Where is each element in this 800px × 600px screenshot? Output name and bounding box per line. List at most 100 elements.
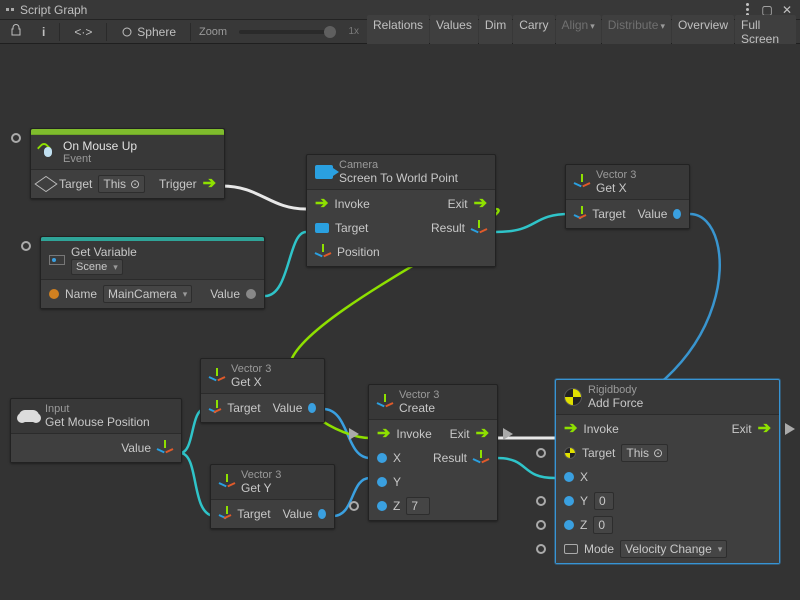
window-icon — [6, 8, 14, 11]
x-port-icon[interactable] — [377, 453, 387, 463]
target-port-icon[interactable] — [219, 506, 231, 522]
node-title: Get Mouse Position — [45, 415, 150, 429]
y-field[interactable]: 0 — [594, 492, 614, 510]
zoom-slider[interactable] — [239, 30, 336, 34]
node-title: Add Force — [588, 396, 643, 410]
value-port-icon[interactable] — [246, 289, 256, 299]
info-button[interactable]: i — [36, 22, 51, 42]
node-title: Screen To World Point — [339, 171, 458, 185]
target-port-icon[interactable] — [315, 223, 329, 233]
scope-selector[interactable]: Scene▾ — [71, 259, 123, 275]
node-pretitle: Vector 3 — [241, 469, 281, 481]
toolbar: i <·> Sphere Zoom 1x Relations Values Di… — [0, 20, 800, 44]
target-field[interactable]: This⊙ — [621, 444, 668, 462]
event-icon — [39, 143, 57, 161]
node-title: Create — [399, 401, 439, 415]
node-pretitle: Vector 3 — [596, 169, 636, 181]
value-port-icon[interactable] — [673, 209, 681, 219]
value-label: Value — [638, 207, 668, 221]
node-title: Get Variable — [71, 245, 137, 259]
result-label: Result — [431, 221, 465, 235]
object-selector[interactable]: Sphere — [115, 22, 182, 42]
flow-out-icon[interactable]: ➔ — [476, 427, 489, 441]
node-pretitle: Vector 3 — [399, 389, 439, 401]
target-label: Target — [237, 507, 270, 521]
z-port-icon[interactable] — [564, 520, 574, 530]
graph-canvas[interactable]: On Mouse Up Event Target This⊙ Trigger ➔… — [0, 44, 800, 600]
position-port-icon[interactable] — [315, 244, 331, 260]
name-port-icon[interactable] — [49, 289, 59, 299]
exit-label: Exit — [448, 197, 468, 211]
node-pretitle: Input — [45, 403, 150, 415]
flow-in-icon[interactable]: ➔ — [564, 422, 577, 436]
mode-field[interactable]: Velocity Change▾ — [620, 540, 727, 558]
target-label: Target — [59, 177, 92, 191]
node-screen-to-world-point[interactable]: Camera Screen To World Point ➔ Invoke Ex… — [306, 154, 496, 267]
node-vector3-getx-b[interactable]: Vector 3 Get X Target Value — [565, 164, 690, 229]
value-label: Value — [273, 401, 303, 415]
flow-in-icon[interactable]: ➔ — [315, 197, 328, 211]
node-title: Get Y — [241, 481, 281, 495]
vector-out-icon[interactable] — [157, 440, 173, 456]
node-pretitle: Camera — [339, 159, 458, 171]
mode-icon — [564, 544, 578, 554]
flow-in-icon[interactable]: ➔ — [377, 427, 390, 441]
result-port-icon[interactable] — [473, 450, 489, 466]
target-label: Target — [592, 207, 625, 221]
node-vector3-getx-a[interactable]: Vector 3 Get X Target Value — [200, 358, 325, 423]
flow-out-icon[interactable]: ➔ — [758, 422, 771, 436]
target-port-icon[interactable] — [564, 447, 576, 459]
name-label: Name — [65, 287, 97, 301]
value-label: Value — [283, 507, 313, 521]
node-vector3-create[interactable]: Vector 3 Create ➔ Invoke Exit ➔ X Result… — [368, 384, 498, 521]
code-button[interactable]: <·> — [68, 22, 98, 42]
flow-ext-icon — [503, 428, 513, 440]
node-on-mouse-up[interactable]: On Mouse Up Event Target This⊙ Trigger ➔ — [30, 128, 225, 199]
node-add-force[interactable]: Rigidbody Add Force ➔ Invoke Exit ➔ Targ… — [555, 379, 780, 564]
position-label: Position — [337, 245, 380, 259]
node-pretitle: Vector 3 — [231, 363, 271, 375]
result-port-icon[interactable] — [471, 220, 487, 236]
node-title: Get X — [596, 181, 636, 195]
lock-button[interactable] — [4, 21, 28, 42]
node-get-variable[interactable]: Get Variable Scene▾ Name MainCamera▾ Val… — [40, 236, 265, 309]
axis-icon — [377, 394, 393, 410]
flow-ext-icon — [785, 423, 795, 435]
node-subtitle: Event — [63, 153, 137, 165]
camera-icon — [315, 165, 333, 179]
z-field[interactable]: 7 — [406, 497, 430, 515]
x-port-icon[interactable] — [564, 472, 574, 482]
variable-icon — [49, 255, 65, 265]
target-label: Target — [227, 401, 260, 415]
target-label: Target — [335, 221, 368, 235]
target-icon — [34, 176, 57, 192]
flow-out-icon[interactable]: ➔ — [474, 197, 487, 211]
node-title: On Mouse Up — [63, 139, 137, 153]
target-field[interactable]: This⊙ — [98, 175, 145, 193]
axis-icon — [219, 474, 235, 490]
rigidbody-icon — [564, 388, 582, 406]
node-title: Get X — [231, 375, 271, 389]
trigger-label: Trigger — [159, 177, 197, 191]
zoom-label: Zoom — [199, 26, 227, 38]
name-field[interactable]: MainCamera▾ — [103, 285, 192, 303]
value-port-icon[interactable] — [318, 509, 326, 519]
target-port-icon[interactable] — [209, 400, 221, 416]
value-label: Value — [121, 441, 151, 455]
node-pretitle: Rigidbody — [588, 384, 643, 396]
y-port-icon[interactable] — [377, 477, 387, 487]
invoke-label: Invoke — [334, 197, 369, 211]
z-field[interactable]: 0 — [593, 516, 613, 534]
axis-icon — [574, 174, 590, 190]
value-port-icon[interactable] — [308, 403, 316, 413]
gamepad-icon — [19, 410, 39, 422]
z-port-icon[interactable] — [377, 501, 387, 511]
flow-out-icon[interactable]: ➔ — [203, 177, 216, 191]
target-port-icon[interactable] — [574, 206, 586, 222]
y-port-icon[interactable] — [564, 496, 574, 506]
value-label: Value — [210, 287, 240, 301]
zoom-value: 1x — [348, 26, 359, 37]
node-vector3-gety[interactable]: Vector 3 Get Y Target Value — [210, 464, 335, 529]
node-get-mouse-position[interactable]: Input Get Mouse Position Value — [10, 398, 182, 463]
axis-icon — [209, 368, 225, 384]
